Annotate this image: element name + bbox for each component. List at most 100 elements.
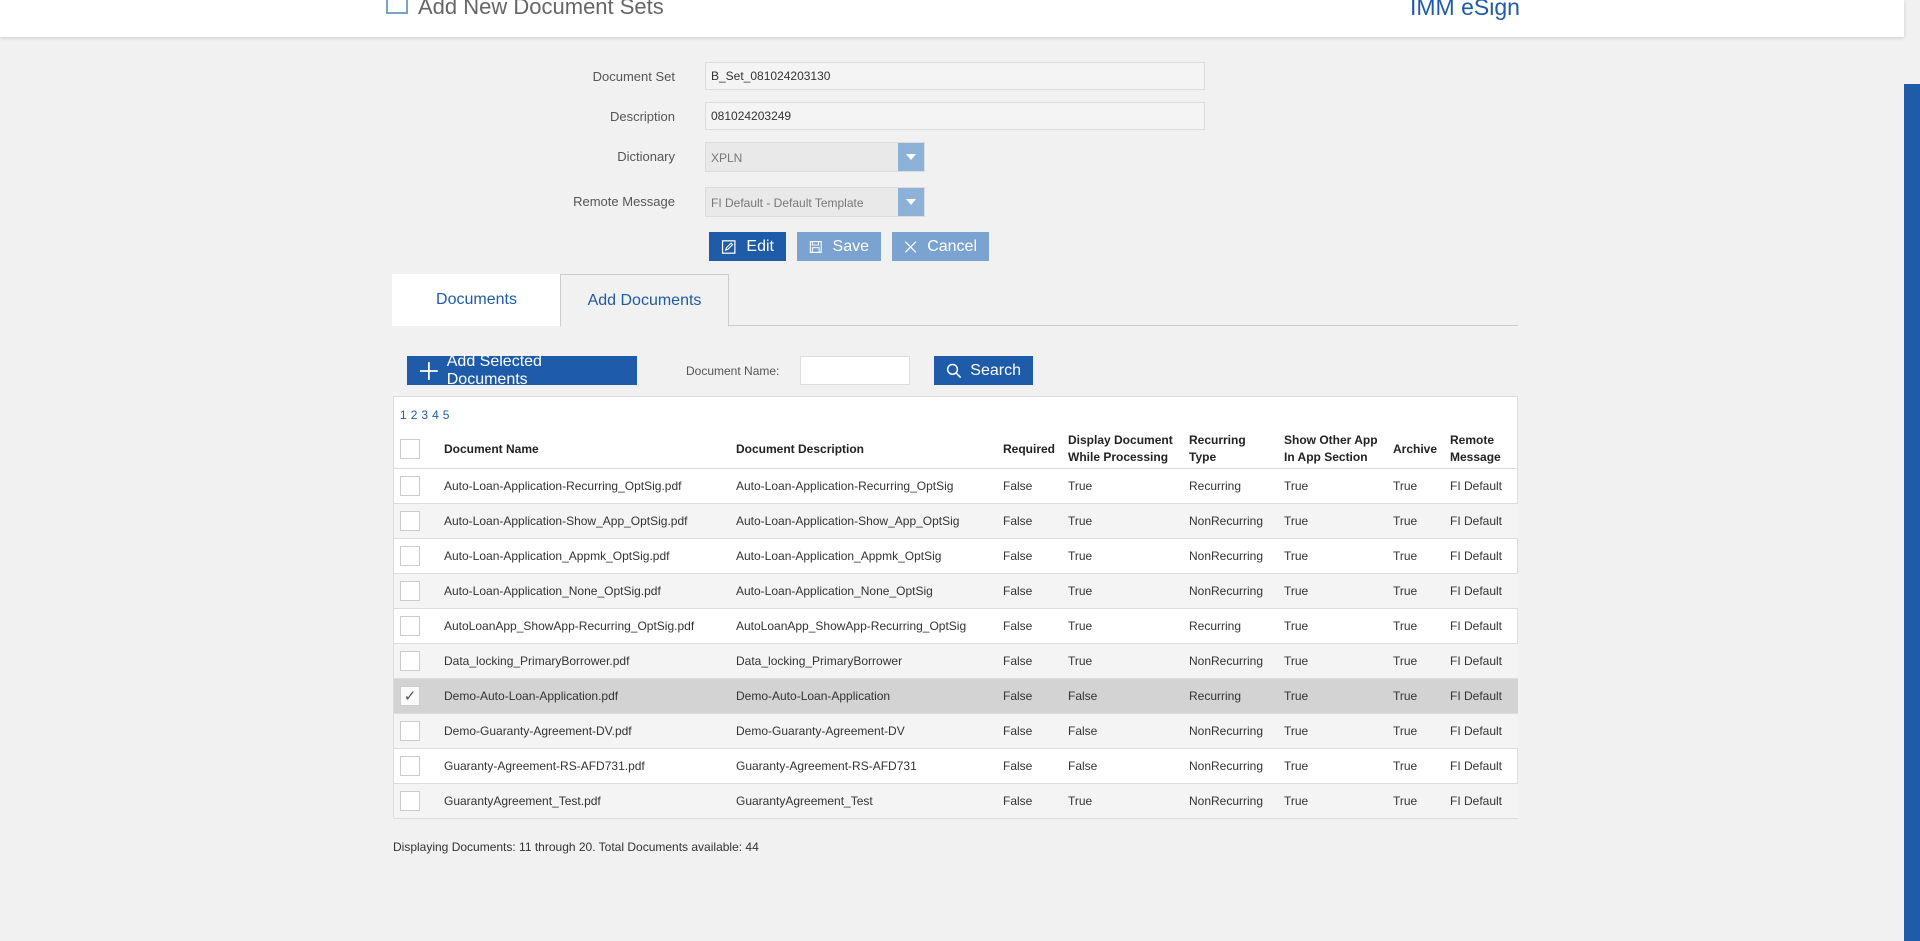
document-set-input[interactable] [705,62,1205,90]
cell-description: Demo-Auto-Loan-Application [730,678,997,714]
table-row-selected[interactable]: ✓ Demo-Auto-Loan-Application.pdf Demo-Au… [394,678,1518,714]
cell-remote: FI Default [1444,783,1518,819]
column-show-line2: In App Section [1284,450,1368,465]
row-select-cell [394,503,438,539]
brand-name: IMM eSign [1410,0,1520,20]
page-link-4[interactable]: 4 [432,408,439,422]
cell-description: Demo-Guaranty-Agreement-DV [730,713,997,749]
cell-display: True [1062,573,1183,609]
row-checkbox[interactable] [400,580,420,601]
cell-recurring: Recurring [1183,608,1278,644]
cell-show: True [1278,783,1387,819]
column-recurring-type[interactable]: Recurring Type [1183,431,1278,469]
cell-description: Auto-Loan-Application-Recurring_OptSig [730,468,997,504]
remote-message-select[interactable]: FI Default - Default Template [705,187,925,217]
row-checkbox[interactable] [400,755,420,776]
search-button[interactable]: Search [934,356,1033,385]
table-row[interactable]: Auto-Loan-Application-Recurring_OptSig.p… [394,468,1518,504]
tab-documents[interactable]: Documents [392,274,561,326]
cell-remote: FI Default [1444,748,1518,784]
cell-remote: FI Default [1444,468,1518,504]
cell-description: Guaranty-Agreement-RS-AFD731 [730,748,997,784]
table-row[interactable]: AutoLoanApp_ShowApp-Recurring_OptSig.pdf… [394,608,1518,644]
cell-recurring: Recurring [1183,468,1278,504]
save-button[interactable]: Save [797,232,881,261]
cell-required: False [997,678,1062,714]
page-scrollbar[interactable] [1904,84,1920,941]
cell-archive: True [1387,538,1444,574]
cell-display: False [1062,748,1183,784]
edit-icon [721,239,736,254]
cell-display: False [1062,713,1183,749]
page-link-5[interactable]: 5 [443,408,450,422]
chevron-down-icon[interactable] [898,188,924,216]
page-link-3[interactable]: 3 [421,408,428,422]
cell-show: True [1278,573,1387,609]
page-link-2[interactable]: 2 [411,408,418,422]
chevron-down-icon[interactable] [898,143,924,171]
remote-message-label: Remote Message [573,194,675,209]
cell-remote: FI Default [1444,538,1518,574]
column-document-name[interactable]: Document Name [438,431,730,469]
edit-button-label: Edit [746,237,774,255]
description-input[interactable] [705,102,1205,130]
row-checkbox[interactable] [400,650,420,671]
row-checkbox[interactable] [400,615,420,636]
table-row[interactable]: Auto-Loan-Application_Appmk_OptSig.pdf A… [394,538,1518,574]
cell-name: GuarantyAgreement_Test.pdf [438,783,730,819]
column-show-other-app[interactable]: Show Other App In App Section [1278,431,1387,469]
column-archive[interactable]: Archive [1387,431,1444,469]
select-all-checkbox[interactable] [400,439,420,460]
dictionary-select[interactable]: XPLN [705,142,925,172]
table-row[interactable]: GuarantyAgreement_Test.pdf GuarantyAgree… [394,783,1518,819]
search-icon [946,363,962,378]
cell-description: Auto-Loan-Application-Show_App_OptSig [730,503,997,539]
column-required[interactable]: Required [997,431,1062,469]
app-header: Add New Document Sets IMM eSign [0,0,1904,37]
page-link-1[interactable]: 1 [400,408,407,422]
cell-remote: FI Default [1444,678,1518,714]
table-row[interactable]: Auto-Loan-Application-Show_App_OptSig.pd… [394,503,1518,539]
cell-show: True [1278,468,1387,504]
table-row[interactable]: Data_locking_PrimaryBorrower.pdf Data_lo… [394,643,1518,679]
cell-show: True [1278,713,1387,749]
cell-name: Demo-Auto-Loan-Application.pdf [438,678,730,714]
table-header-row: Document Name Document Description Requi… [394,431,1518,469]
plus-icon [419,361,438,380]
cell-name: Guaranty-Agreement-RS-AFD731.pdf [438,748,730,784]
table-row[interactable]: Auto-Loan-Application_None_OptSig.pdf Au… [394,573,1518,609]
column-display-line1: Display Document [1068,433,1173,448]
cancel-button[interactable]: Cancel [892,232,989,261]
edit-button[interactable]: Edit [709,232,786,261]
document-name-input[interactable] [800,356,910,385]
cell-display: False [1062,678,1183,714]
row-checkbox[interactable] [400,790,420,811]
row-checkbox[interactable] [400,510,420,531]
cell-remote: FI Default [1444,573,1518,609]
cell-display: True [1062,503,1183,539]
pager: 1 2 3 4 5 [400,408,449,422]
row-checkbox[interactable] [400,545,420,566]
dictionary-value: XPLN [711,151,743,165]
cell-name: Demo-Guaranty-Agreement-DV.pdf [438,713,730,749]
cancel-button-label: Cancel [927,237,977,255]
cell-recurring: NonRecurring [1183,643,1278,679]
table-row[interactable]: Demo-Guaranty-Agreement-DV.pdf Demo-Guar… [394,713,1518,749]
cell-recurring: NonRecurring [1183,748,1278,784]
table-row[interactable]: Guaranty-Agreement-RS-AFD731.pdf Guarant… [394,748,1518,784]
cell-display: True [1062,608,1183,644]
add-selected-documents-button[interactable]: Add Selected Documents [407,353,637,388]
row-checkbox[interactable] [400,720,420,741]
column-remote-message[interactable]: Remote Message [1444,431,1518,469]
cell-recurring: NonRecurring [1183,503,1278,539]
column-display-document[interactable]: Display Document While Processing [1062,431,1183,469]
tab-add-documents[interactable]: Add Documents [560,274,729,327]
cell-archive: True [1387,503,1444,539]
pagination-summary: Displaying Documents: 11 through 20. Tot… [393,840,759,854]
dictionary-label: Dictionary [617,149,675,164]
row-checkbox[interactable] [400,475,420,496]
row-checkbox-checked[interactable]: ✓ [400,685,420,706]
row-select-cell [394,748,438,784]
row-select-cell [394,538,438,574]
column-document-description[interactable]: Document Description [730,431,997,469]
